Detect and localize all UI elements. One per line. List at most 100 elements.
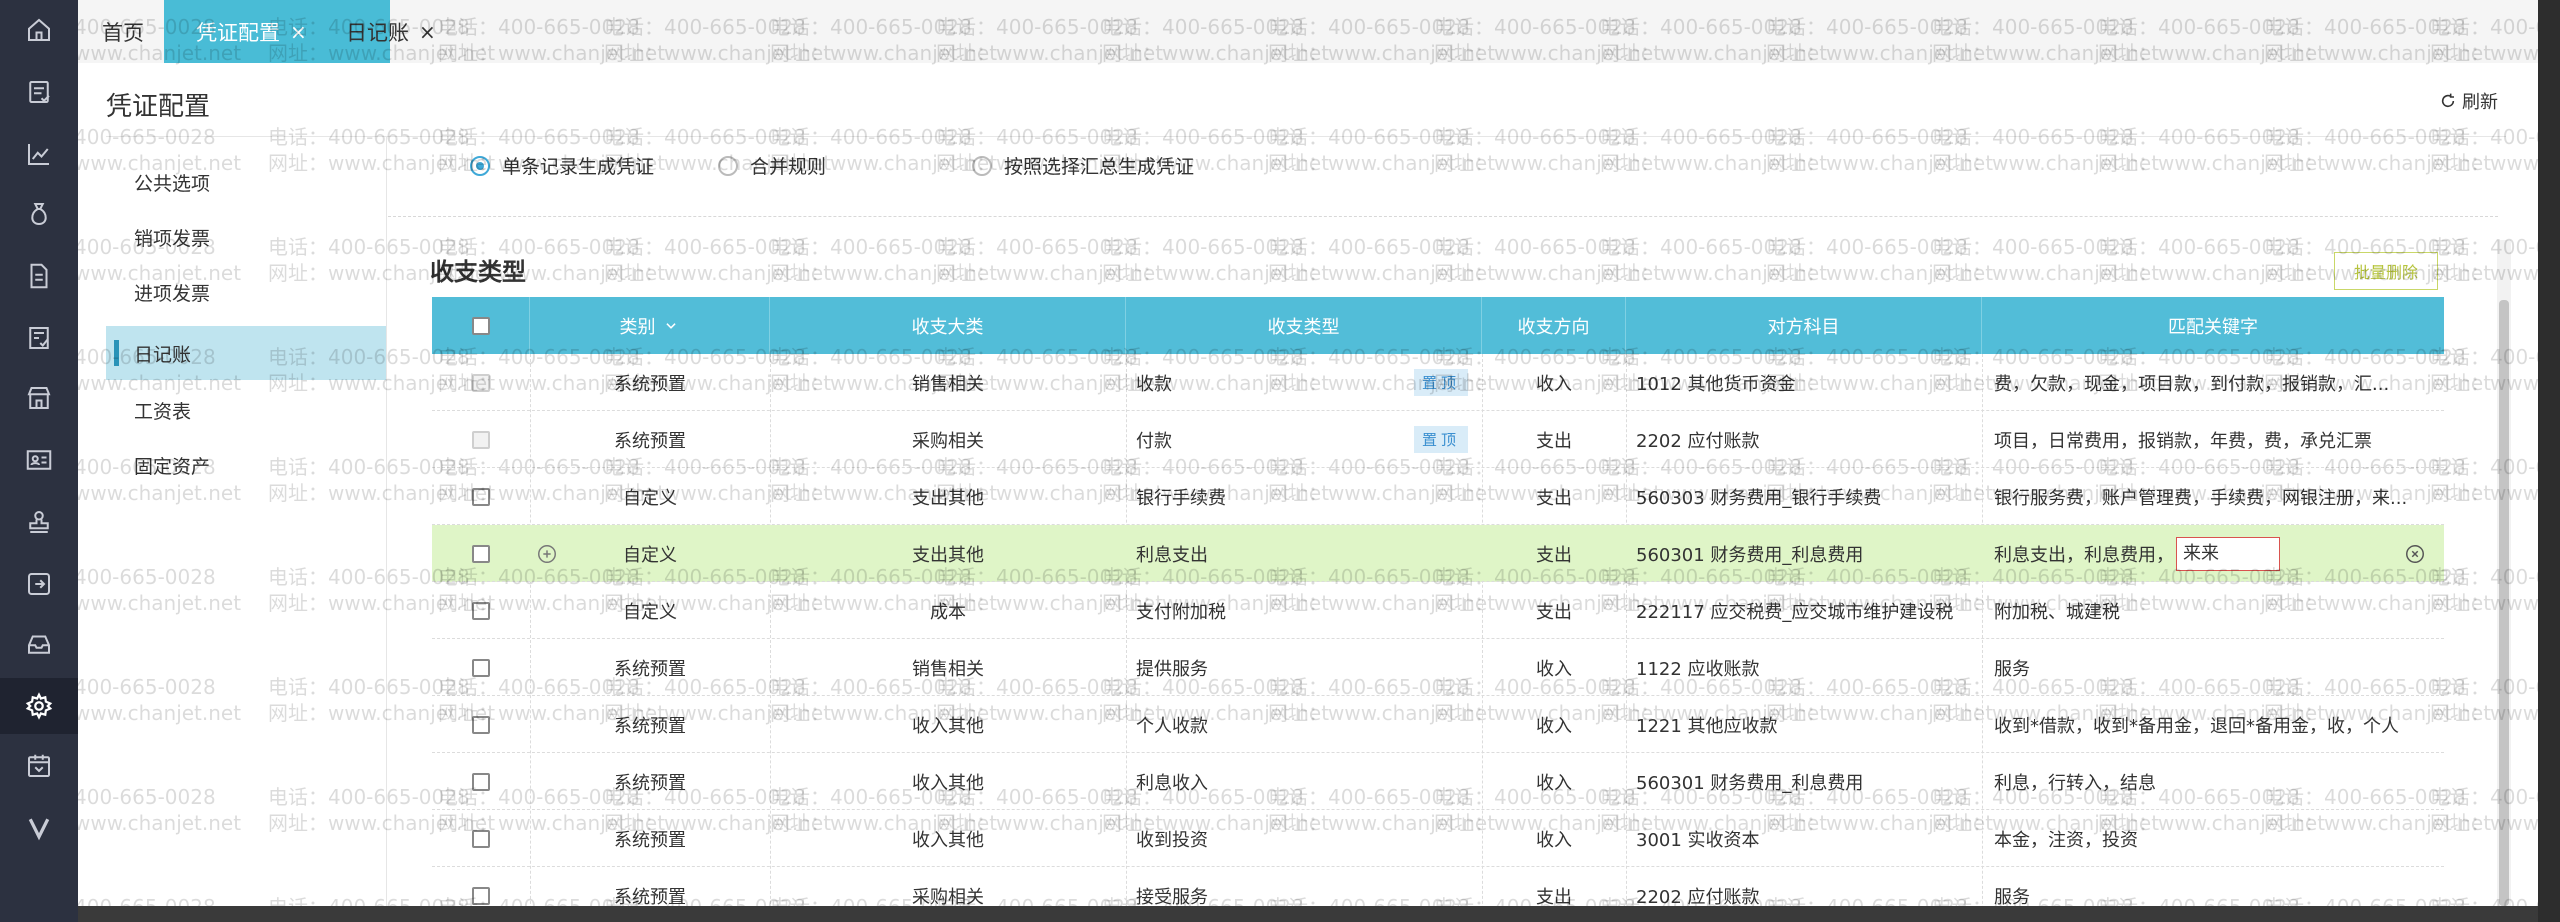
rail-idcard[interactable] xyxy=(0,432,78,488)
type-cell: 提供服务 xyxy=(1136,658,1208,680)
table-row[interactable]: 系统预置 采购相关 接受服务 支出 2202 应付账款 服务 xyxy=(432,867,2444,906)
table-row[interactable]: 系统预置 采购相关 付款 置顶 支出 2202 应付账款 项目，日常费用，报销款，年费，费，… xyxy=(432,411,2444,468)
rail-calendar[interactable] xyxy=(0,738,78,794)
rail-voucher[interactable] xyxy=(0,64,78,120)
table-row[interactable]: 系统预置 销售相关 收款 置顶 收入 1012 其他货币资金 费，欠款，现金，项目款，到付款… xyxy=(432,354,2444,411)
rail-home[interactable] xyxy=(0,2,78,58)
type-cell: 银行手续费 xyxy=(1136,487,1226,509)
account-cell: 222117 应交税费_应交城市维护建设税 xyxy=(1636,601,1954,623)
major-category-cell: 收入其他 xyxy=(912,715,984,737)
account-cell: 1012 其他货币资金 xyxy=(1636,373,1796,395)
window-bottom-edge xyxy=(78,906,2538,922)
radio-button[interactable] xyxy=(718,155,738,176)
row-checkbox[interactable] xyxy=(472,544,490,563)
major-category-cell: 销售相关 xyxy=(912,373,984,395)
row-select-cell xyxy=(432,753,530,810)
table-row[interactable]: 自定义 成本 支付附加税 支出 222117 应交税费_应交城市维护建设税 附加税、城建税 xyxy=(432,582,2444,639)
rail-stamp[interactable] xyxy=(0,494,78,550)
table-row[interactable]: 系统预置 收入其他 收到投资 收入 3001 实收资本 本金，注资，投资 xyxy=(432,810,2444,867)
account-cell: 2202 应付账款 xyxy=(1636,430,1760,452)
subnav-item-journal[interactable]: 日记账 xyxy=(106,326,386,380)
rail-shop[interactable] xyxy=(0,370,78,426)
refresh-button[interactable]: 刷新 xyxy=(2440,88,2498,114)
tab-label: 首页 xyxy=(102,20,144,45)
subnav-item-fixed-assets[interactable]: 固定资产 xyxy=(106,438,386,492)
direction-cell: 支出 xyxy=(1536,601,1572,623)
row-select-cell xyxy=(432,867,530,906)
tab-home[interactable]: 首页 xyxy=(100,0,172,63)
row-select-cell xyxy=(432,468,530,525)
table-row[interactable]: 系统预置 收入其他 利息收入 收入 560301 财务费用_利息费用 利息，行转入，结息 xyxy=(432,753,2444,810)
home-icon xyxy=(28,18,50,41)
radio-button[interactable] xyxy=(972,155,992,176)
keywords-cell: 利息支出，利息费用， 来来 xyxy=(1982,525,2444,582)
watermark: 电话：400-665-0028网址：www.chanjet.net xyxy=(1268,125,1496,175)
scrollbar-thumb[interactable] xyxy=(2499,300,2509,906)
row-checkbox[interactable] xyxy=(472,601,490,620)
keyword-input[interactable]: 来来 xyxy=(2176,536,2280,571)
subnav-item-sales-invoice[interactable]: 销项发票 xyxy=(106,210,386,264)
tab-journal[interactable]: 日记账 × xyxy=(342,0,452,63)
document-icon xyxy=(30,263,48,289)
pin-to-top-button[interactable]: 置顶 xyxy=(1413,369,1468,396)
direction-cell: 收入 xyxy=(1536,772,1572,794)
batch-delete-button[interactable]: 批量删除 xyxy=(2334,252,2438,290)
category-cell: 系统预置 xyxy=(614,658,686,680)
stamp-icon xyxy=(29,511,49,533)
rail-export[interactable] xyxy=(0,556,78,612)
keywords-cell: 银行服务费，账户管理费，手续费，网银注册，来... xyxy=(1994,487,2408,509)
header-category[interactable]: 类别 xyxy=(530,297,770,354)
keywords-cell: 利息，行转入，结息 xyxy=(1994,772,2156,794)
row-checkbox[interactable] xyxy=(472,886,490,905)
table-row[interactable]: 系统预置 销售相关 提供服务 收入 1122 应收账款 服务 xyxy=(432,639,2444,696)
radio-button-checked[interactable] xyxy=(470,155,490,176)
direction-cell: 支出 xyxy=(1536,886,1572,907)
subnav-item-payroll[interactable]: 工资表 xyxy=(106,383,386,437)
tab-label: 凭证配置 xyxy=(196,20,280,45)
major-category-cell: 采购相关 xyxy=(912,886,984,907)
row-checkbox[interactable] xyxy=(472,715,490,734)
select-all-checkbox[interactable] xyxy=(471,316,490,335)
category-cell: 系统预置 xyxy=(614,373,686,395)
row-checkbox[interactable] xyxy=(472,772,490,791)
rail-brand[interactable] xyxy=(0,800,78,856)
export-icon xyxy=(28,573,50,595)
subnav-item-purchase-invoice[interactable]: 进项发票 xyxy=(106,265,386,319)
keywords-cell: 收到*借款，收到*备用金，退回*备用金，收，个人 xyxy=(1994,715,2399,737)
category-cell: 系统预置 xyxy=(614,886,686,907)
pin-to-top-button[interactable]: 置顶 xyxy=(1413,426,1468,453)
rail-report[interactable] xyxy=(0,126,78,182)
table-row[interactable]: 系统预置 收入其他 个人收款 收入 1221 其他应收款 收到*借款，收到*备用金，退回*… xyxy=(432,696,2444,753)
brand-v-icon xyxy=(28,818,50,841)
rail-invoice[interactable] xyxy=(0,310,78,366)
table-row[interactable]: 自定义 支出其他 银行手续费 支出 560303 财务费用_银行手续费 银行服务费，账户管… xyxy=(432,468,2444,525)
money-bag-icon xyxy=(31,203,47,226)
watermark: 电话：400-665-0028网址：www.chanjet.net xyxy=(1766,235,1994,285)
invoice-icon xyxy=(29,327,49,349)
close-icon[interactable]: × xyxy=(290,20,307,44)
radio-single-record[interactable]: 单条记录生成凭证 xyxy=(470,152,654,179)
rail-settings[interactable] xyxy=(0,678,78,734)
type-cell: 付款 置顶 xyxy=(1126,411,1482,468)
rail-document[interactable] xyxy=(0,248,78,304)
category-cell: 自定义 xyxy=(623,544,677,566)
rail-fund[interactable] xyxy=(0,186,78,242)
row-checkbox[interactable] xyxy=(472,658,490,677)
row-checkbox[interactable] xyxy=(472,829,490,848)
remove-row-button[interactable] xyxy=(2404,543,2426,565)
category-cell: 系统预置 xyxy=(614,829,686,851)
radio-summary[interactable]: 按照选择汇总生成凭证 xyxy=(972,152,1194,179)
inbox-icon xyxy=(28,635,50,654)
subnav-item-common[interactable]: 公共选项 xyxy=(106,155,386,209)
close-icon[interactable]: × xyxy=(419,20,436,44)
rail-inbox[interactable] xyxy=(0,616,78,672)
row-select-cell xyxy=(432,525,530,582)
page-title: 凭证配置 xyxy=(106,92,211,122)
watermark: 电话：400-665-0028网址：www.chanjet.net xyxy=(2098,125,2326,175)
type-cell: 利息支出 xyxy=(1136,544,1208,566)
radio-merge-rule[interactable]: 合并规则 xyxy=(718,152,826,179)
table-row[interactable]: 自定义 支出其他 利息支出 支出 560301 财务费用_利息费用 利息支出，利息费用，来… xyxy=(432,525,2444,582)
account-cell: 3001 实收资本 xyxy=(1636,829,1760,851)
row-checkbox[interactable] xyxy=(472,487,490,506)
keywords-cell: 服务 xyxy=(1994,886,2030,907)
